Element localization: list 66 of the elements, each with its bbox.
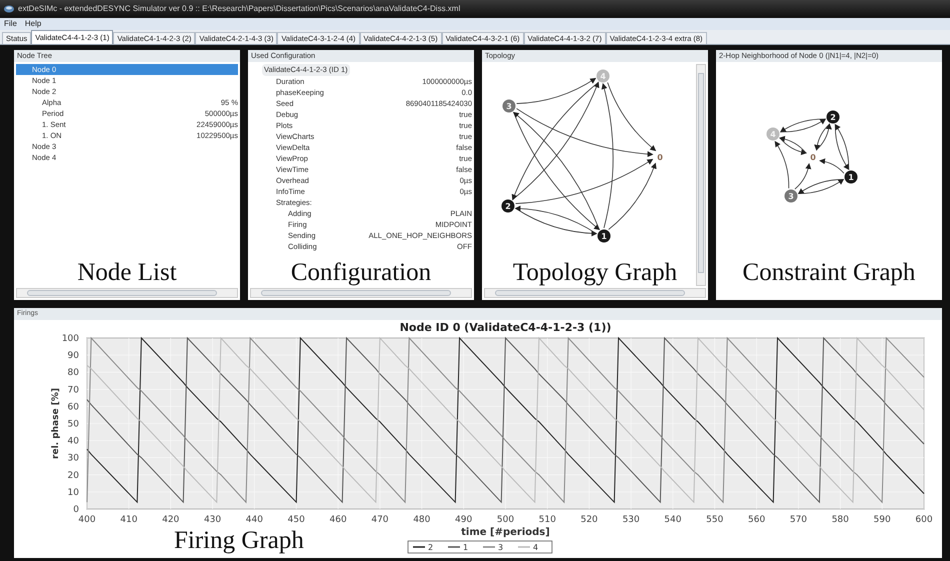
tick-label: 90 [68,351,79,362]
tick-label: 500 [496,515,514,525]
legend-label: 1 [463,543,468,552]
horizontal-scrollbar[interactable] [16,288,238,298]
tick-label: 580 [832,515,849,525]
tick-label: 20 [68,470,79,481]
two-way-arrow [798,178,844,194]
axis-label: time [#periods] [461,527,550,538]
overlay-caption: Configuration [290,258,432,288]
tick-label: 450 [288,515,305,525]
tick-label: 540 [664,515,682,525]
legend-label: 3 [498,543,504,552]
edge-arrow [819,158,844,174]
tick-label: 480 [413,515,430,525]
node-label: 0 [657,153,663,162]
tick-label: 100 [62,334,79,344]
tick-label: 560 [748,515,766,525]
node-label: 0 [810,153,816,162]
tick-label: 80 [68,368,79,378]
tick-label: 40 [68,436,79,447]
tick-label: 570 [790,515,808,525]
two-way-arrow [778,136,808,155]
overlay-caption: Constraint Graph [742,258,916,288]
horizontal-scrollbar[interactable] [250,288,472,298]
tick-label: 30 [68,454,79,464]
tick-label: 530 [622,515,640,525]
node-label: 2 [505,202,511,211]
tick-label: 460 [330,515,347,525]
tick-label: 60 [68,402,79,412]
edge-arrow [794,162,812,190]
tick-label: 70 [68,385,79,396]
tick-label: 510 [538,515,556,525]
tick-label: 590 [874,515,891,525]
tick-label: 10 [68,488,79,498]
chart-title: Node ID 0 (ValidateC4-4-1-2-3 (1)) [400,321,612,334]
tick-label: 440 [246,515,263,525]
axis-label: rel. phase [%] [51,388,61,459]
node-label: 1 [848,173,854,182]
node-label: 3 [788,192,794,201]
tick-label: 430 [204,515,222,525]
menu-item[interactable]: File [4,18,17,30]
legend-label: 2 [428,543,434,552]
vertical-scrollbar[interactable] [696,64,706,286]
tick-label: 420 [162,515,180,525]
legend-label: 4 [533,543,538,552]
edge-arrow [774,140,790,189]
tick-label: 600 [915,515,933,525]
overlay-caption: Firing Graph [174,526,304,556]
tick-label: 400 [78,515,96,525]
node-label: 2 [830,113,836,122]
tick-label: 0 [73,505,79,515]
menu-item[interactable]: Help [24,18,42,30]
tick-label: 550 [706,515,724,525]
two-way-arrow [834,124,850,170]
overlay-caption: Topology Graph [512,258,678,288]
tick-label: 410 [120,515,138,525]
overlay-caption: Node List [76,258,178,288]
node-label: 1 [601,232,607,241]
tick-label: 50 [68,420,79,430]
tick-label: 490 [455,515,472,525]
window-title: extDeSIMc - extendedDESYNC Simulator ver 0.9 :: E:\Research\Papers\Dissertation\Pics\Scenarios\anaValidateC4-Diss.xml [18,3,460,15]
app-icon [4,5,14,13]
tick-label: 470 [371,515,389,525]
node-label: 3 [506,102,512,111]
tick-label: 520 [580,515,598,525]
horizontal-scrollbar[interactable] [484,288,706,298]
